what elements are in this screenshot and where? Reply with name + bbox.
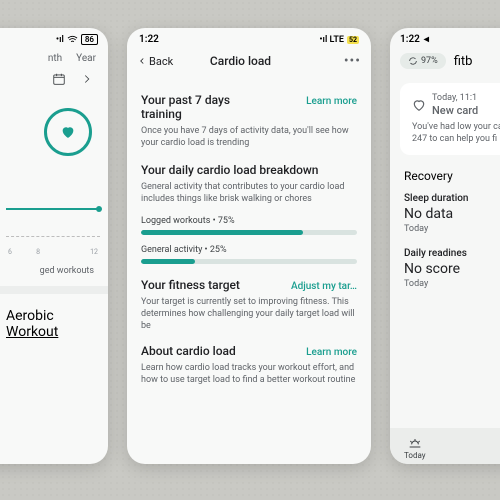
tab-month[interactable]: nth [48, 53, 62, 64]
range-tabs: nth Year [0, 47, 108, 72]
section-about-desc: Learn how cardio load tracks your workou… [141, 362, 357, 386]
bar-general-label: General activity • 25% [141, 245, 357, 255]
metric-sleep-value: No data [390, 204, 500, 222]
status-bar: •ıl 86 [0, 28, 108, 47]
phone-center: 1:22 •ıl LTE 52 Back Cardio load ••• You… [127, 28, 371, 464]
bar-logged-label: Logged workouts • 75% [141, 216, 357, 226]
learn-more-link[interactable]: Learn more [306, 96, 357, 107]
page-title: Cardio load [137, 54, 344, 68]
brand-text: fitb [454, 54, 473, 69]
nav-bar: Back Cardio load ••• [127, 47, 371, 79]
insight-card[interactable]: Today, 11:1 New card You've had low your… [400, 83, 500, 155]
phone-right: 1:22 ◂ 97% fitb Today, 11:1 New card You… [390, 28, 500, 464]
section-past7-desc: Once you have 7 days of activity data, y… [141, 125, 357, 149]
bottom-nav: Today [390, 428, 500, 464]
recovery-heading: Recovery [390, 161, 500, 185]
learn-more-link-2[interactable]: Learn more [306, 347, 357, 358]
battery-pill[interactable]: 97% [400, 53, 446, 69]
bar-general [141, 259, 357, 264]
wifi-icon [67, 35, 78, 44]
tab-year[interactable]: Year [76, 53, 96, 64]
status-bar: 1:22 •ıl LTE 52 [127, 28, 371, 47]
metric-readiness-label: Daily readines [390, 240, 500, 259]
metric-readiness-sub: Today [390, 277, 500, 295]
section-divider [0, 286, 108, 294]
sync-icon [408, 56, 418, 66]
workout-card-title[interactable]: Aerobic Workout [0, 294, 108, 340]
section-target-title: Your fitness target [141, 278, 240, 292]
card-timestamp: Today, 11:1 [432, 93, 478, 103]
calendar-icon[interactable] [52, 72, 66, 86]
location-icon: ◂ [424, 34, 429, 45]
section-breakdown-desc: General activity that contributes to you… [141, 181, 357, 205]
adjust-target-link[interactable]: Adjust my tar… [291, 281, 357, 292]
nav-today[interactable]: Today [390, 437, 440, 460]
status-time: 1:22 [400, 34, 420, 45]
chart-series-line [6, 208, 100, 210]
network-indicator: •ıl LTE [319, 35, 344, 45]
chart-x-axis: 6 8 . 12 [6, 248, 100, 256]
status-time: 1:22 [139, 34, 159, 45]
section-breakdown-title: Your daily cardio load breakdown [141, 163, 357, 177]
section-target-desc: Your target is currently set to improvin… [141, 296, 357, 332]
header-row: 97% fitb [390, 47, 500, 77]
bar-logged [141, 230, 357, 235]
trend-chart: 6 8 . 12 [6, 164, 100, 258]
chart-baseline [6, 236, 100, 237]
chevron-right-icon[interactable] [80, 72, 94, 86]
heart-stat-ring[interactable] [44, 108, 92, 156]
metric-sleep-sub: Today [390, 222, 500, 240]
metric-sleep-label: Sleep duration [390, 185, 500, 204]
signal-icon: •ıl [56, 35, 64, 45]
battery-indicator: 52 [347, 36, 359, 44]
section-about-title: About cardio load [141, 344, 236, 358]
toolbar-icons [0, 72, 108, 96]
sunrise-icon [407, 437, 423, 449]
status-bar: 1:22 ◂ [390, 28, 500, 47]
metric-readiness-value: No score [390, 259, 500, 277]
card-desc: You've had low your cardio loa from 0-24… [412, 121, 500, 145]
heart-icon [412, 98, 426, 112]
more-button[interactable]: ••• [344, 53, 361, 69]
heart-icon [60, 124, 76, 140]
section-past7-title: Your past 7 days training [141, 93, 271, 121]
battery-indicator: 86 [81, 34, 98, 45]
phone-left: •ıl 86 nth Year 6 8 . 12 ged workouts Ae… [0, 28, 108, 464]
card-title: New card [432, 104, 478, 117]
chart-legend: ged workouts [0, 262, 108, 286]
